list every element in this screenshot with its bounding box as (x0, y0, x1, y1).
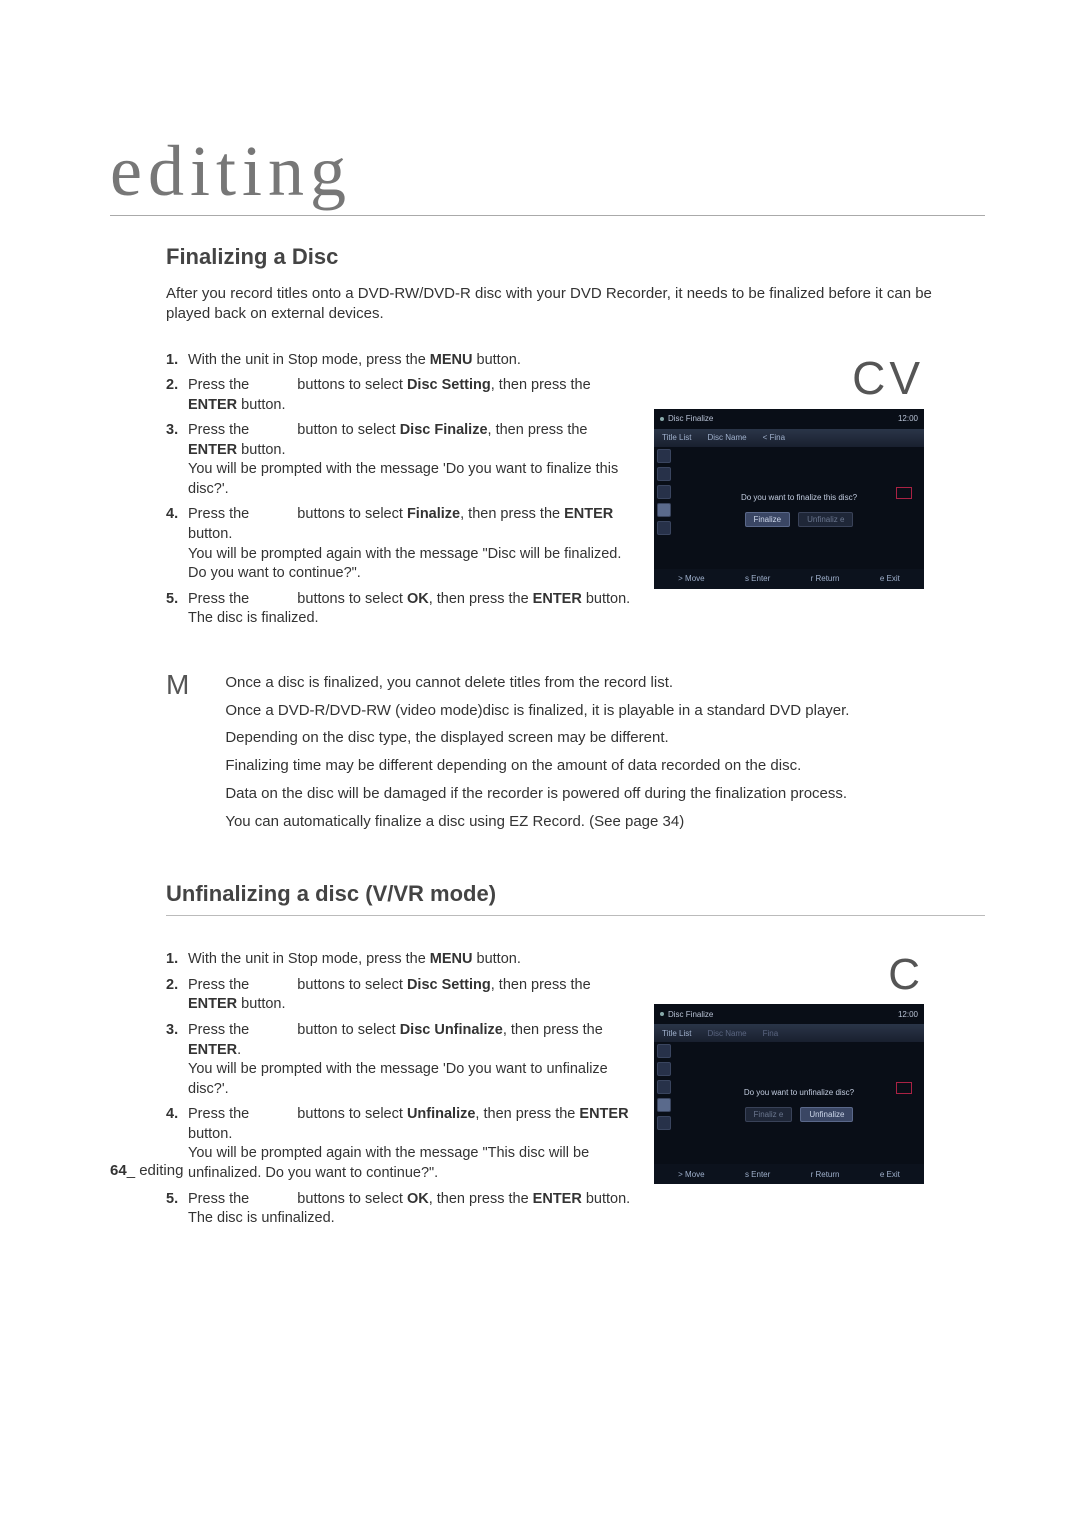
footer-sep: _ (127, 1162, 140, 1179)
document-page: editing Finalizing a Disc After you reco… (0, 0, 1080, 1235)
page-number: 64 (110, 1162, 127, 1179)
osd-tab: Disc Name (700, 433, 755, 442)
note-lines: Once a disc is ﬁnalized, you cannot dele… (225, 669, 849, 836)
disc-badge: C (654, 950, 924, 1000)
step-number: 2. (166, 976, 188, 1015)
osd-tab: Disc Name (700, 1029, 755, 1038)
osd-sidebar (654, 447, 674, 535)
osd-hint: s Enter (745, 574, 770, 583)
step-number: 4. (166, 505, 188, 583)
step-number: 3. (166, 421, 188, 499)
step-body: Press the buttons to select Unfinalize, … (188, 1105, 636, 1183)
steps-list-unfinalize: 1. With the unit in Stop mode, press the… (166, 950, 636, 1234)
step-body: Press the buttons to select Finalize, th… (188, 505, 636, 583)
sidebar-icon (657, 1062, 671, 1076)
step-body: With the unit in Stop mode, press the ME… (188, 351, 636, 371)
osd-finalize-button[interactable]: Finalize (745, 512, 791, 527)
step-number: 2. (166, 376, 188, 415)
note-line: Data on the disc will be damaged if the … (225, 780, 849, 808)
note-line: Once a DVD-R/DVD-RW (video mode)disc is … (225, 697, 849, 725)
osd-prompt: Do you want to finalize this disc? (741, 493, 857, 502)
osd-hint: > Move (678, 1170, 704, 1179)
step-item: 1. With the unit in Stop mode, press the… (166, 950, 636, 970)
osd-finalize-button[interactable]: Finaliz e (745, 1107, 793, 1122)
step-number: 1. (166, 351, 188, 371)
osd-prompt: Do you want to unfinalize disc? (744, 1088, 854, 1097)
step-number: 5. (166, 590, 188, 629)
step-number: 3. (166, 1021, 188, 1099)
sidebar-icon (657, 1098, 671, 1112)
section-title-finalizing: Finalizing a Disc (166, 244, 985, 270)
sidebar-icon (657, 467, 671, 481)
step-item: 3. Press the button to select Disc Final… (166, 421, 636, 499)
step-body: With the unit in Stop mode, press the ME… (188, 950, 636, 970)
osd-tab: Title List (654, 1029, 700, 1038)
osd-hint: e Exit (880, 574, 900, 583)
osd-screen-1: Disc Finalize 12:00 Title List Disc Name… (654, 409, 924, 589)
section-intro: After you record titles onto a DVD-RW/DV… (166, 284, 946, 325)
section-title-unfinalizing: Unfinalizing a disc (V/VR mode) (166, 881, 985, 916)
step-body: Press the buttons to select Disc Setting… (188, 976, 636, 1015)
step-body: Press the button to select Disc Unfinali… (188, 1021, 636, 1099)
sidebar-icon (657, 1116, 671, 1130)
osd-marker-icon (896, 487, 912, 499)
sidebar-icon (657, 485, 671, 499)
step-number: 5. (166, 1190, 188, 1229)
sidebar-icon (657, 503, 671, 517)
step-item: 4. Press the buttons to select Unfinaliz… (166, 1105, 636, 1183)
osd-tab: < Fina (755, 433, 793, 442)
osd-footer: > Move s Enter r Return e Exit (654, 1164, 924, 1184)
step-item: 5. Press the buttons to select OK, then … (166, 1190, 636, 1229)
osd-tab: Fina (755, 1029, 787, 1038)
step-body: Press the buttons to select Disc Setting… (188, 376, 636, 415)
sidebar-icon (657, 1080, 671, 1094)
page-footer: 64_ editing (110, 1162, 183, 1179)
osd-hint: r Return (811, 1170, 840, 1179)
osd-unfinalize-button[interactable]: Unfinalize (800, 1107, 853, 1122)
osd-marker-icon (896, 1082, 912, 1094)
note-line: Depending on the disc type, the displaye… (225, 724, 849, 752)
disc-badge: CV (654, 351, 924, 405)
osd-hint: r Return (811, 574, 840, 583)
osd-hint: e Exit (880, 1170, 900, 1179)
osd-clock: 12:00 (898, 1010, 918, 1019)
osd-clock: 12:00 (898, 414, 918, 423)
step-item: 1. With the unit in Stop mode, press the… (166, 351, 636, 371)
osd-sidebar (654, 1042, 674, 1130)
osd-tabs: Title List Disc Name Fina (654, 1024, 924, 1042)
step-body: Press the buttons to select OK, then pre… (188, 1190, 636, 1229)
rec-dot-icon (660, 417, 664, 421)
steps-list-finalize: 1. With the unit in Stop mode, press the… (166, 351, 636, 635)
note-m-icon: M (166, 669, 189, 836)
footer-label: editing (139, 1162, 183, 1179)
rec-dot-icon (660, 1012, 664, 1016)
page-header: editing (110, 130, 985, 216)
sidebar-icon (657, 521, 671, 535)
note-line: Once a disc is ﬁnalized, you cannot dele… (225, 669, 849, 697)
step-number: 1. (166, 950, 188, 970)
osd-tabs: Title List Disc Name < Fina (654, 429, 924, 447)
step-body: Press the button to select Disc Finalize… (188, 421, 636, 499)
osd-hint: s Enter (745, 1170, 770, 1179)
osd-screen-2: Disc Finalize 12:00 Title List Disc Name… (654, 1004, 924, 1184)
osd-tab: Title List (654, 433, 700, 442)
osd-unfinalize-button[interactable]: Unfinaliz e (798, 512, 853, 527)
screenshot-panel-2: C Disc Finalize 12:00 Title List Disc Na… (654, 950, 924, 1234)
step-item: 5. Press the buttons to select OK, then … (166, 590, 636, 629)
step-item: 3. Press the button to select Disc Unfin… (166, 1021, 636, 1099)
step-body: Press the buttons to select OK, then pre… (188, 590, 636, 629)
note-line: Finalizing time may be different dependi… (225, 752, 849, 780)
screenshot-panel-1: CV Disc Finalize 12:00 Title List Disc N… (654, 351, 924, 635)
osd-title: Disc Finalize (668, 1010, 713, 1019)
sidebar-icon (657, 449, 671, 463)
osd-hint: > Move (678, 574, 704, 583)
step-item: 4. Press the buttons to select Finalize,… (166, 505, 636, 583)
osd-footer: > Move s Enter r Return e Exit (654, 569, 924, 589)
note-line: You can automatically ﬁnalize a disc usi… (225, 808, 849, 836)
step-item: 2. Press the buttons to select Disc Sett… (166, 376, 636, 415)
step-item: 2. Press the buttons to select Disc Sett… (166, 976, 636, 1015)
notes-block: M Once a disc is ﬁnalized, you cannot de… (166, 669, 985, 836)
sidebar-icon (657, 1044, 671, 1058)
osd-title: Disc Finalize (668, 414, 713, 423)
